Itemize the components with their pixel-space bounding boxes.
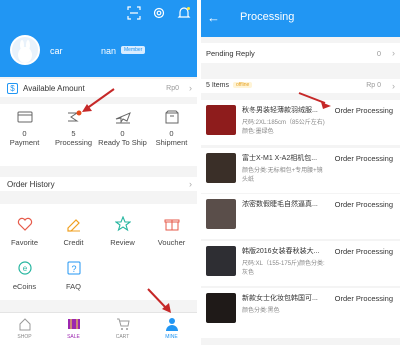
- order-history-label: Order History: [7, 179, 55, 189]
- tab-label: CART: [115, 334, 130, 340]
- username-part1: car: [50, 46, 63, 56]
- product-spec: 颜色分类:无标相包+专用腰+镜头纸: [242, 168, 323, 183]
- page-title: Processing: [240, 11, 295, 23]
- available-amount-value: Rp0: [166, 84, 179, 92]
- product-thumbnail: [206, 199, 236, 229]
- order-status: Order Processing: [334, 200, 393, 209]
- faq-icon: ?: [49, 260, 98, 278]
- grid-label: Review: [110, 238, 135, 247]
- grid-label: eCoins: [12, 282, 37, 291]
- pending-reply-row[interactable]: Pending Reply 0 ›: [201, 43, 400, 63]
- chevron-right-icon: ›: [392, 48, 395, 58]
- grid-item-ecoins[interactable]: e eCoins: [0, 260, 49, 291]
- order-history-row[interactable]: Order History ›: [0, 177, 197, 191]
- sale-icon: [49, 317, 98, 331]
- grid-item-voucher[interactable]: Voucher: [147, 216, 196, 247]
- product-spec: 尺码:2XL:185cm（85公斤左右)颜色:墨绿色: [242, 120, 325, 135]
- product-name: 富士X-M1 X-A2相机包...: [242, 155, 318, 162]
- grid-label: FAQ: [65, 282, 81, 291]
- person-icon: [147, 317, 196, 331]
- product-name: 新款女士化妆包韩国可...: [242, 295, 318, 302]
- credit-icon: [49, 216, 98, 234]
- shipment-label: Shipment: [155, 138, 188, 147]
- grid-label: Favorite: [10, 238, 39, 247]
- payment-count: 0: [22, 129, 27, 138]
- back-arrow-icon[interactable]: ←: [207, 10, 220, 25]
- processing-screen: ← Processing Pending Reply 0 › 5 Items o…: [201, 0, 400, 345]
- tab-label: SHOP: [17, 334, 32, 340]
- profile-header: car nan Member: [0, 0, 197, 77]
- annotation-arrow: [147, 288, 171, 313]
- cart-icon: [98, 317, 147, 331]
- processing-count: 5: [71, 129, 76, 138]
- ready-to-ship-label: Ready To Ship: [98, 138, 147, 147]
- annotation-arrow: [82, 88, 115, 112]
- ready-to-ship-count: 0: [120, 129, 125, 138]
- shipment-count: 0: [169, 129, 174, 138]
- gear-icon[interactable]: [152, 6, 166, 20]
- voucher-icon: [147, 216, 196, 234]
- avatar[interactable]: [10, 35, 40, 65]
- order-status: Order Processing: [334, 106, 393, 115]
- order-item[interactable]: 富士X-M1 X-A2相机包... 颜色分类:无标相包+专用腰+镜头纸 Orde…: [201, 148, 400, 193]
- grid-label: Voucher: [157, 238, 186, 247]
- home-icon: [0, 317, 49, 331]
- order-item[interactable]: 新款女士化妆包韩国可... 颜色分类:黑色 Order Processing: [201, 288, 400, 338]
- coin-icon: e: [0, 260, 49, 278]
- items-count: 5 Items: [206, 82, 229, 89]
- svg-text:?: ?: [71, 264, 76, 274]
- member-badge: Member: [121, 46, 146, 54]
- items-total: Rp 0: [366, 82, 381, 89]
- username-part2: nan: [101, 46, 117, 56]
- dollar-icon: $: [7, 82, 18, 94]
- scan-icon[interactable]: [127, 6, 141, 20]
- product-name: 韩版2016女装春秋装大...: [242, 248, 320, 255]
- order-status-shipment[interactable]: 0 Shipment: [147, 104, 196, 147]
- grid-item-faq[interactable]: ? FAQ: [49, 260, 98, 291]
- heart-icon: [0, 216, 49, 234]
- product-name: 浓密数假睫毛自然逼真...: [242, 201, 318, 208]
- chevron-right-icon: ›: [189, 179, 192, 189]
- order-status: Order Processing: [334, 247, 393, 256]
- order-item[interactable]: 浓密数假睫毛自然逼真... Order Processing: [201, 194, 400, 239]
- profile-screen: car nan Member $ Available Amount Rp0 › …: [0, 0, 197, 345]
- product-thumbnail: [206, 246, 236, 276]
- tab-label: MINE: [165, 334, 178, 340]
- tab-shop[interactable]: SHOP: [0, 317, 49, 340]
- pending-reply-count: 0: [376, 49, 381, 58]
- grid-item-credit[interactable]: Credit: [49, 216, 98, 247]
- tab-cart[interactable]: CART: [98, 317, 147, 340]
- chevron-right-icon: ›: [189, 83, 192, 93]
- product-thumbnail: [206, 293, 236, 323]
- bell-icon[interactable]: [177, 6, 191, 20]
- order-item[interactable]: 韩版2016女装春秋装大... 尺码:XL（155-175斤)颜色分类:灰色 O…: [201, 241, 400, 286]
- pending-reply-label: Pending Reply: [206, 49, 255, 58]
- product-thumbnail: [206, 105, 236, 135]
- bottom-tab-bar: SHOP SALE CART MINE: [0, 312, 197, 345]
- tab-mine[interactable]: MINE: [147, 317, 196, 340]
- product-spec: 颜色分类:黑色: [242, 308, 280, 314]
- grid-item-favorite[interactable]: Favorite: [0, 216, 49, 247]
- svg-text:e: e: [22, 264, 27, 273]
- processing-label: Processing: [54, 138, 93, 147]
- product-thumbnail: [206, 153, 236, 183]
- processing-header: ← Processing: [201, 0, 400, 37]
- grid-item-review[interactable]: Review: [98, 216, 147, 247]
- payment-label: Payment: [9, 138, 40, 147]
- available-amount-label: Available Amount: [23, 83, 85, 93]
- order-status: Order Processing: [334, 294, 393, 303]
- product-spec: 尺码:XL（155-175斤)颜色分类:灰色: [242, 261, 325, 276]
- star-icon: [98, 216, 147, 234]
- order-status: Order Processing: [334, 154, 393, 163]
- annotation-arrow: [298, 92, 331, 109]
- items-tag: offline: [233, 82, 253, 88]
- chevron-right-icon: ›: [392, 81, 395, 91]
- tab-label: SALE: [67, 334, 80, 340]
- order-status-payment[interactable]: 0 Payment: [0, 104, 49, 147]
- box-icon: [147, 110, 196, 128]
- grid-label: Credit: [63, 238, 84, 247]
- wallet-icon: [0, 110, 49, 128]
- tab-sale[interactable]: SALE: [49, 317, 98, 340]
